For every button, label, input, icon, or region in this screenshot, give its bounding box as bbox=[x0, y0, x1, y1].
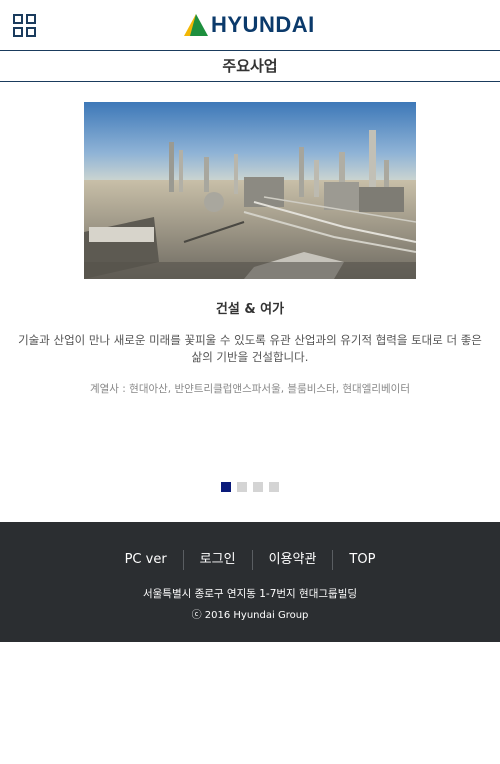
industrial-plant-photo bbox=[84, 102, 416, 279]
page-title: 주요사업 bbox=[222, 57, 278, 75]
section-title-bar: 주요사업 bbox=[0, 50, 500, 82]
footer-address: 서울특별시 종로구 연지동 1-7번지 현대그룹빌딩 bbox=[142, 588, 358, 600]
login-link[interactable]: 로그인 bbox=[184, 549, 252, 571]
top-link[interactable]: TOP bbox=[333, 549, 391, 571]
business-title: 건설 & 여가 bbox=[215, 302, 285, 317]
hyundai-triangle-icon bbox=[184, 14, 208, 36]
business-image[interactable] bbox=[84, 102, 416, 279]
affiliates-list: 계열사 : 현대아산, 반얀트리클럽앤스파서울, 블룸비스타, 현대엘리베이터 bbox=[89, 383, 411, 395]
pagination-dot-2[interactable] bbox=[237, 482, 247, 492]
pagination-dot-1[interactable] bbox=[221, 482, 231, 492]
pagination-dot-4[interactable] bbox=[269, 482, 279, 492]
logo-text: HYUNDAI bbox=[211, 12, 315, 37]
slider-pagination bbox=[221, 482, 279, 492]
top-header: HYUNDAI bbox=[0, 0, 500, 50]
footer-links: PC ver 로그인 이용약관 TOP bbox=[0, 549, 500, 571]
pc-version-link[interactable]: PC ver bbox=[109, 549, 183, 571]
pagination-dot-3[interactable] bbox=[253, 482, 263, 492]
hyundai-logo[interactable]: HYUNDAI bbox=[184, 14, 315, 36]
footer-copyright: ⓒ 2016 Hyundai Group bbox=[191, 610, 309, 621]
grid-menu-icon[interactable] bbox=[13, 14, 37, 38]
footer: PC ver 로그인 이용약관 TOP 서울특별시 종로구 연지동 1-7번지 … bbox=[0, 522, 500, 642]
business-description: 기술과 산업이 만나 새로운 미래를 꽃피울 수 있도록 유관 산업과의 유기적… bbox=[18, 333, 482, 364]
terms-link[interactable]: 이용약관 bbox=[253, 549, 333, 571]
